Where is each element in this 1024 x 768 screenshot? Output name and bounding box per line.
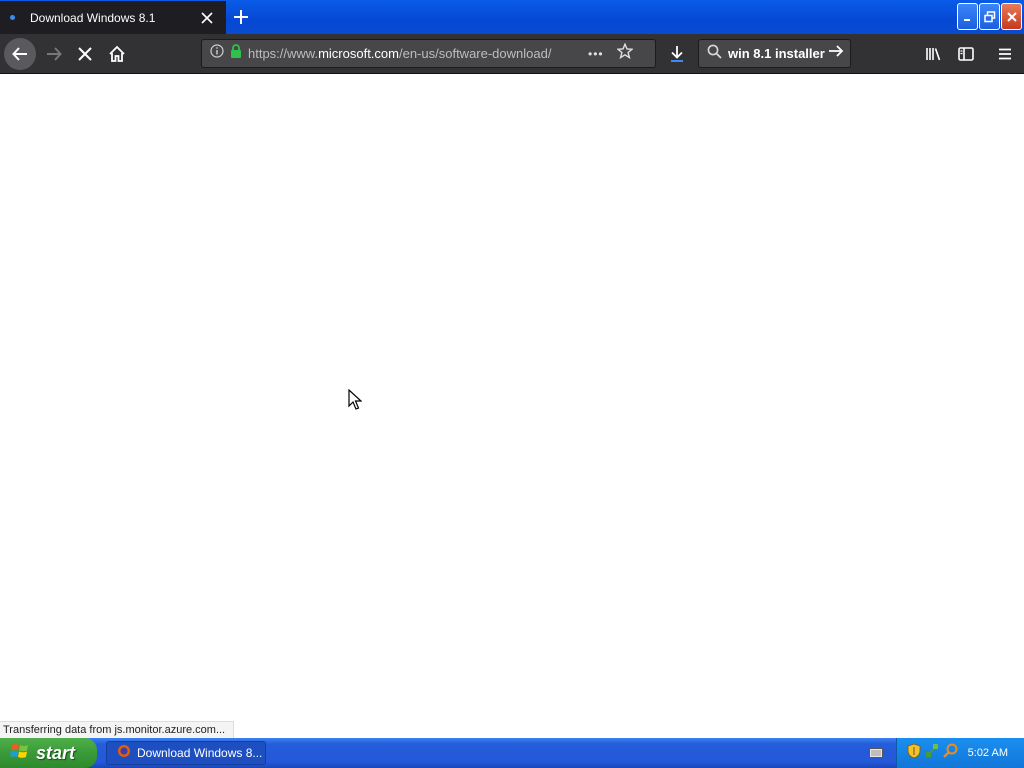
- downloads-button[interactable]: [661, 38, 693, 70]
- menu-button[interactable]: [989, 38, 1021, 70]
- restore-icon: [983, 10, 995, 22]
- hamburger-menu-icon: [999, 48, 1011, 60]
- url-domain: microsoft.com: [318, 46, 399, 61]
- library-icon: [926, 48, 941, 61]
- close-icon: [1006, 11, 1017, 22]
- restore-button[interactable]: [979, 3, 1000, 30]
- start-label: start: [36, 742, 76, 763]
- info-icon[interactable]: [210, 44, 224, 63]
- home-button[interactable]: [101, 38, 133, 70]
- search-go-icon[interactable]: [828, 43, 844, 64]
- windows-logo-icon: [10, 742, 30, 765]
- arrow-right-icon: [47, 47, 62, 61]
- search-query: win 8.1 installer: [728, 46, 825, 61]
- minimize-icon: [963, 18, 970, 21]
- stop-x-icon: [78, 47, 92, 61]
- search-tray-icon[interactable]: [943, 743, 958, 763]
- url-prefix: https://www.: [248, 46, 319, 61]
- tab-title: Download Windows 8.1: [30, 10, 156, 25]
- window-controls: [957, 3, 1022, 30]
- search-bar[interactable]: win 8.1 installer: [698, 39, 851, 68]
- status-bar: Transferring data from js.monitor.azure.…: [0, 721, 235, 738]
- stop-button[interactable]: [69, 38, 101, 70]
- navigation-toolbar: https://www.microsoft.com/en-us/software…: [0, 34, 1024, 74]
- security-shield-icon[interactable]: [907, 743, 921, 764]
- browser-tab-active[interactable]: Download Windows 8.1: [0, 1, 226, 34]
- clock: 5:02 AM: [967, 747, 1008, 759]
- system-tray: 5:02 AM: [896, 738, 1024, 768]
- minimize-button[interactable]: [957, 3, 978, 30]
- mouse-cursor-icon: [348, 388, 363, 416]
- taskbar-item-label: Download Windows 8...: [137, 746, 263, 760]
- sidebar-icon: [958, 47, 974, 61]
- plus-icon: [234, 10, 248, 24]
- browser-app-icon: [117, 744, 131, 763]
- home-icon: [109, 45, 125, 62]
- back-button[interactable]: [4, 38, 36, 70]
- tab-close-icon[interactable]: [196, 7, 218, 29]
- forward-button[interactable]: [38, 38, 70, 70]
- new-tab-button[interactable]: [229, 5, 253, 29]
- page-actions-button[interactable]: •••: [588, 47, 604, 61]
- title-bar: Download Windows 8.1: [0, 0, 1024, 34]
- page-content[interactable]: [0, 75, 1024, 738]
- search-icon: [707, 44, 722, 64]
- taskbar: start Download Windows 8... 5:02 AM: [0, 738, 1024, 768]
- url-text: https://www.microsoft.com/en-us/software…: [248, 46, 578, 61]
- start-button[interactable]: start: [0, 738, 97, 768]
- lock-icon[interactable]: [230, 44, 242, 63]
- bookmark-star-icon[interactable]: [615, 42, 634, 64]
- keyboard-icon[interactable]: [869, 746, 883, 764]
- taskbar-item-browser[interactable]: Download Windows 8...: [106, 741, 266, 765]
- address-bar[interactable]: https://www.microsoft.com/en-us/software…: [201, 39, 656, 68]
- close-window-button[interactable]: [1001, 3, 1022, 30]
- library-button[interactable]: [918, 38, 950, 70]
- url-path: /en-us/software-download/: [398, 46, 552, 61]
- sidebar-toggle-button[interactable]: [950, 38, 982, 70]
- arrow-left-icon: [12, 47, 27, 61]
- network-icon[interactable]: [925, 743, 939, 764]
- page-favicon-icon: [10, 15, 15, 20]
- download-icon: [671, 46, 683, 62]
